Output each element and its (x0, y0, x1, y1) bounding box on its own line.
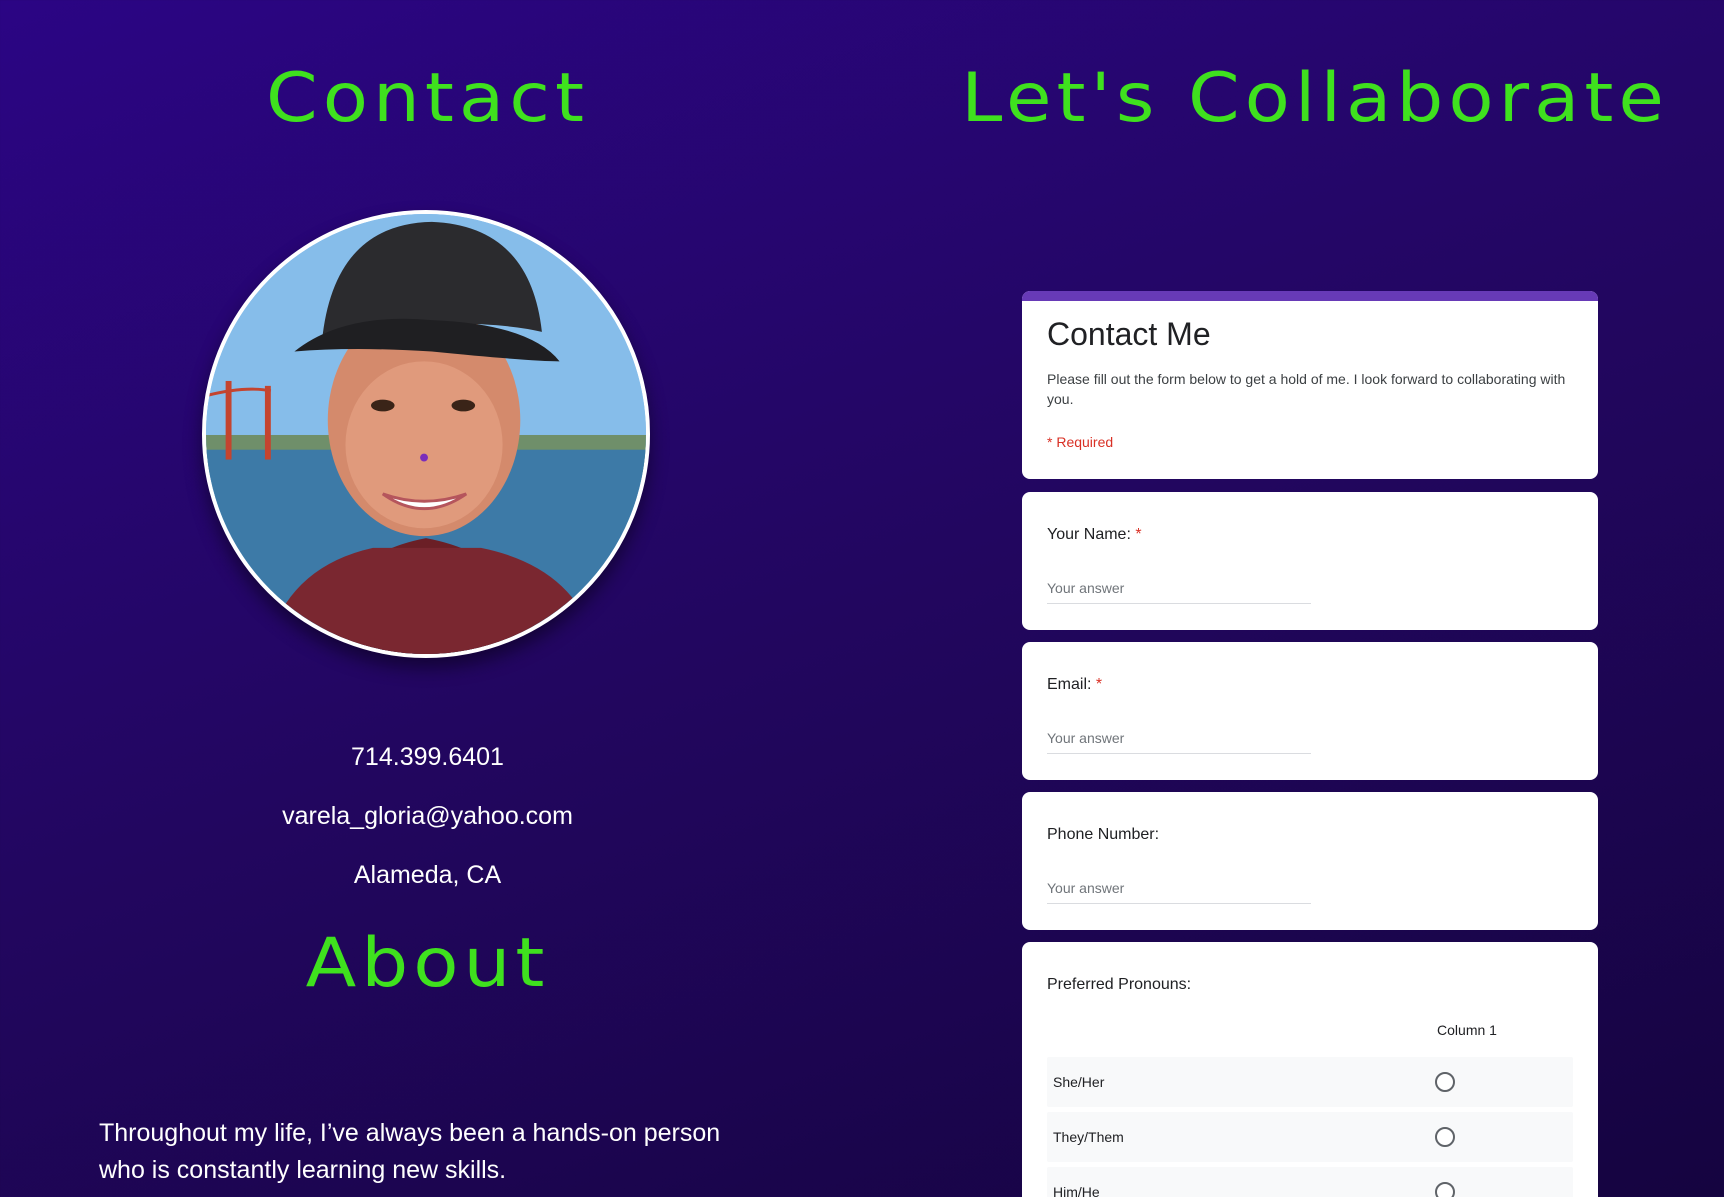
form-accent-bar (1022, 291, 1598, 301)
email-address: varela_gloria@yahoo.com (282, 802, 573, 830)
required-note: * Required (1047, 434, 1114, 450)
radio-button[interactable] (1435, 1127, 1455, 1147)
profile-photo (202, 210, 650, 658)
radio-button[interactable] (1435, 1182, 1455, 1197)
phone-input[interactable] (1047, 872, 1311, 904)
about-text: Throughout my life, I’ve always been a h… (99, 1119, 721, 1184)
grid-row-label: Him/He (1053, 1184, 1100, 1197)
question-card-email: Email: * (1022, 642, 1598, 780)
question-card-pronouns: Preferred Pronouns: Column 1 She/Her The… (1022, 942, 1598, 1197)
collaborate-heading: Let's Collaborate (961, 58, 1669, 138)
email-input[interactable] (1047, 722, 1311, 754)
question-label: Phone Number: (1047, 826, 1159, 844)
profile-photo-illustration (206, 214, 646, 654)
about-heading: About (305, 923, 550, 1003)
question-label-text: Email: (1047, 676, 1092, 693)
grid-column-header: Column 1 (1437, 1022, 1497, 1038)
form-title: Contact Me (1047, 316, 1211, 352)
question-label: Email: * (1047, 676, 1102, 694)
required-star: * (1095, 676, 1103, 693)
radio-button[interactable] (1435, 1072, 1455, 1092)
form-header-card: Contact Me Please fill out the form belo… (1022, 291, 1598, 479)
grid-row-label: She/Her (1053, 1074, 1105, 1090)
grid-row-they-them: They/Them (1047, 1112, 1573, 1162)
form-description: Please fill out the form below to get a … (1047, 371, 1566, 407)
question-card-phone: Phone Number: (1022, 792, 1598, 930)
question-label-text: Phone Number: (1047, 826, 1160, 843)
question-label: Your Name: * (1047, 526, 1142, 544)
name-input[interactable] (1047, 572, 1311, 604)
question-label: Preferred Pronouns: (1047, 976, 1192, 993)
grid-row-she-her: She/Her (1047, 1057, 1573, 1107)
required-star: * (1135, 526, 1142, 543)
grid-row-him-he: Him/He (1047, 1167, 1573, 1197)
grid-row-label: They/Them (1053, 1129, 1124, 1145)
contact-heading: Contact (266, 58, 589, 138)
question-card-name: Your Name: * (1022, 492, 1598, 630)
question-label-text: Your Name: (1047, 526, 1131, 543)
location: Alameda, CA (353, 861, 502, 889)
phone-number: 714.399.6401 (351, 743, 504, 771)
